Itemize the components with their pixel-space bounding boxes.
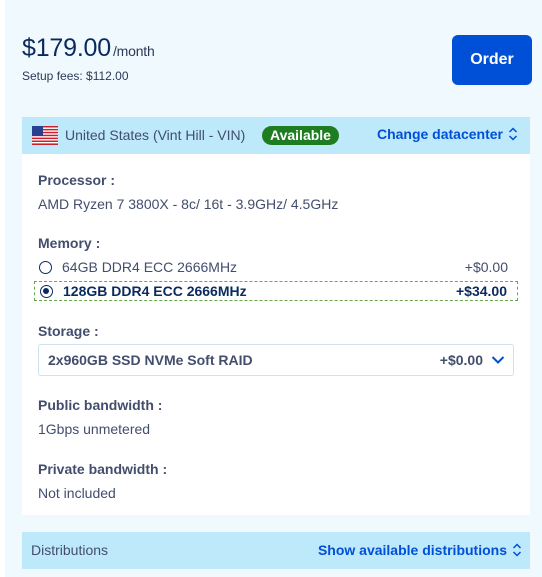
memory-option-label: 64GB DDR4 ECC 2666MHz [62, 259, 238, 275]
configuration-panel: Processor : AMD Ryzen 7 3800X - 8c/ 16t … [22, 154, 530, 515]
storage-selected-value: 2x960GB SSD NVMe Soft RAID [48, 352, 253, 368]
radio-checked-icon[interactable] [40, 284, 53, 298]
processor-label: Processor : [38, 172, 116, 188]
show-distributions-label: Show available distributions [317, 542, 507, 558]
datacenter-name: United States (Vint Hill - VIN) [65, 127, 246, 143]
price-row: $179.00/month [22, 34, 155, 63]
setup-fees: Setup fees: $112.00 [22, 69, 129, 83]
sort-updown-icon [508, 127, 518, 141]
distributions-bar: Distributions Show available distributio… [22, 532, 530, 569]
public-bandwidth-label: Public bandwidth : [38, 397, 163, 413]
radio-unchecked-icon[interactable] [39, 260, 52, 274]
memory-option-64gb[interactable]: 64GB DDR4 ECC 2666MHz +$0.00 [34, 257, 518, 277]
private-bandwidth-label: Private bandwidth : [38, 461, 168, 477]
monthly-price: $179.00/month [22, 34, 155, 62]
storage-price: +$0.00 [439, 352, 483, 368]
storage-select[interactable]: 2x960GB SSD NVMe Soft RAID +$0.00 [38, 344, 514, 376]
memory-option-price: +$0.00 [464, 259, 508, 275]
price-period: /month [112, 43, 155, 59]
us-flag-icon [32, 126, 58, 145]
order-button[interactable]: Order [452, 35, 532, 85]
private-bandwidth-value: Not included [38, 485, 116, 501]
distributions-label: Distributions [31, 542, 109, 558]
processor-value: AMD Ryzen 7 3800X - 8c/ 16t - 3.9GHz/ 4.… [38, 196, 339, 212]
change-datacenter-label: Change datacenter [376, 126, 503, 142]
availability-badge: Available [262, 126, 339, 145]
show-distributions-link[interactable]: Show available distributions [318, 542, 522, 558]
storage-label: Storage : [38, 323, 99, 339]
memory-option-price: +$34.00 [456, 283, 507, 299]
memory-option-label: 128GB DDR4 ECC 2666MHz [63, 283, 247, 299]
change-datacenter-link[interactable]: Change datacenter [377, 126, 518, 142]
public-bandwidth-value: 1Gbps unmetered [38, 421, 151, 437]
memory-label: Memory : [38, 235, 101, 251]
chevron-down-icon [491, 356, 505, 364]
memory-option-128gb[interactable]: 128GB DDR4 ECC 2666MHz +$34.00 [34, 281, 518, 301]
datacenter-bar: United States (Vint Hill - VIN) Availabl… [22, 117, 530, 154]
sort-updown-icon [512, 543, 522, 557]
server-offer-card: $179.00/month Setup fees: $112.00 Order … [5, 0, 542, 577]
